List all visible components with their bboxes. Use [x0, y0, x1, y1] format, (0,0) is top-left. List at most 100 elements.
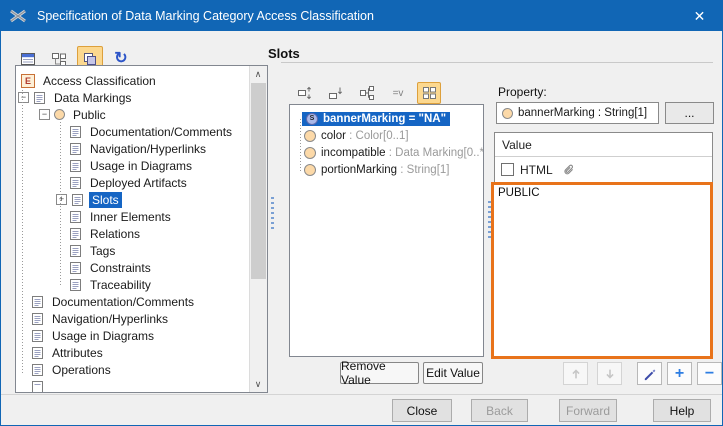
paperclip-icon[interactable] — [561, 162, 577, 178]
tree-item-label: Data Markings — [51, 90, 134, 106]
document-icon — [69, 159, 82, 173]
window-title: Specification of Data Marking Category A… — [37, 9, 374, 23]
property-value: bannerMarking : String[1] — [518, 107, 647, 119]
tree-item[interactable]: − Public — [16, 106, 250, 123]
slot-row-color[interactable]: color : Color[0..1] — [290, 127, 483, 144]
scroll-up-icon[interactable]: ∧ — [250, 66, 266, 82]
slot-row-incompatible[interactable]: incompatible : Data Marking[0..*] — [290, 144, 483, 161]
tree-item[interactable]: Constraints — [16, 259, 250, 276]
tree-item-label: Documentation/Comments — [49, 294, 197, 310]
move-up-button[interactable] — [563, 362, 588, 385]
tree-item[interactable]: Relations — [16, 225, 250, 242]
show-hierarchy-icon[interactable] — [355, 82, 379, 104]
edit-value-button[interactable]: Edit Value — [423, 362, 483, 384]
browse-button[interactable]: ... — [665, 102, 714, 124]
tree-item-label: Usage in Diagrams — [87, 158, 195, 174]
value-editor[interactable]: PUBLIC — [491, 182, 713, 359]
tree-item[interactable]: Attributes — [16, 344, 250, 361]
tree-item-slots[interactable]: + Slots — [16, 191, 250, 208]
tree-item[interactable]: Usage in Diagrams — [16, 327, 250, 344]
property-label: Property: — [498, 85, 547, 99]
tree-item[interactable]: E Access Classification — [16, 72, 250, 89]
scrollbar-thumb[interactable] — [251, 83, 266, 279]
edit-button[interactable] — [637, 362, 662, 385]
tree-item[interactable]: Inner Elements — [16, 208, 250, 225]
remove-value-icon-button[interactable]: − — [697, 362, 722, 385]
add-value-button[interactable]: + — [667, 362, 692, 385]
document-icon — [69, 125, 82, 139]
slot-row-bannermarking[interactable]: S bannerMarking = "NA" — [290, 110, 483, 127]
html-checkbox[interactable] — [501, 163, 514, 176]
collapse-expander-icon[interactable]: − — [39, 109, 50, 120]
tree-item-label: Inner Elements — [87, 209, 174, 225]
tree-item-label: Constraints — [87, 260, 154, 276]
expand-expander-icon[interactable]: + — [56, 194, 67, 205]
list-guide-line — [300, 119, 301, 171]
tree-item-label: Navigation/Hyperlinks — [49, 311, 171, 327]
tree-item[interactable]: Documentation/Comments — [16, 293, 250, 310]
slots-toolbar: =v — [293, 83, 448, 103]
help-button[interactable]: Help — [653, 399, 711, 422]
collapse-all-icon[interactable] — [324, 82, 348, 104]
document-icon — [69, 210, 82, 224]
collapse-expander-icon[interactable]: − — [18, 92, 29, 103]
header-separator — [281, 62, 713, 63]
minus-icon: − — [705, 366, 714, 382]
slot-type: : String[1] — [397, 164, 449, 176]
slot-name: incompatible — [321, 147, 386, 159]
document-icon — [69, 244, 82, 258]
tree-item[interactable]: Operations — [16, 361, 250, 378]
document-icon — [31, 329, 44, 343]
slots-panel-title: Slots — [268, 46, 300, 61]
property-selector[interactable]: bannerMarking : String[1] — [496, 102, 659, 124]
tree-item[interactable]: − Data Markings — [16, 89, 250, 106]
document-icon — [31, 295, 44, 309]
tree-item[interactable]: Documentation/Comments — [16, 123, 250, 140]
remove-value-button[interactable]: Remove Value — [340, 362, 419, 384]
document-icon — [69, 227, 82, 241]
close-icon[interactable]: ✕ — [677, 1, 722, 31]
tree-item[interactable]: Navigation/Hyperlinks — [16, 310, 250, 327]
document-icon — [69, 278, 82, 292]
close-button[interactable]: Close — [392, 399, 452, 422]
tree-item-label: Navigation/Hyperlinks — [87, 141, 209, 157]
titlebar[interactable]: Specification of Data Marking Category A… — [1, 1, 722, 31]
html-checkbox-label: HTML — [520, 163, 553, 177]
up-arrow-icon — [569, 367, 583, 381]
slot-type: : Data Marking[0..*] — [386, 147, 484, 159]
slot-name: bannerMarking = "NA" — [323, 113, 446, 125]
tree-item[interactable]: Navigation/Hyperlinks — [16, 140, 250, 157]
pencil-icon — [642, 366, 657, 381]
document-icon — [31, 346, 44, 360]
tree-item[interactable]: Deployed Artifacts — [16, 174, 250, 191]
slot-row-portionmarking[interactable]: portionMarking : String[1] — [290, 161, 483, 178]
tree-item[interactable]: Tags — [16, 242, 250, 259]
document-icon — [33, 91, 46, 105]
move-down-button[interactable] — [597, 362, 622, 385]
magicdraw-logo-icon — [10, 8, 26, 24]
tree-item-label: Traceability — [87, 277, 154, 293]
tree-item-label: Relations — [87, 226, 143, 242]
tree-item-label: Documentation/Comments — [87, 124, 235, 140]
document-icon — [69, 261, 82, 275]
property-icon — [304, 164, 316, 176]
tree-item[interactable]: Traceability — [16, 276, 250, 293]
expand-all-icon[interactable] — [293, 82, 317, 104]
tree-guide-line — [22, 90, 23, 374]
show-default-values-icon[interactable]: =v — [386, 82, 410, 104]
panel-splitter-handle[interactable] — [271, 197, 274, 231]
grid-view-icon[interactable] — [417, 82, 441, 104]
slot-name: color — [321, 130, 346, 142]
tree-item-label: Slots — [89, 192, 122, 208]
scroll-down-icon[interactable]: ∨ — [250, 376, 266, 392]
tree-item[interactable]: Usage in Diagrams — [16, 157, 250, 174]
property-icon — [304, 147, 316, 159]
forward-button[interactable]: Forward — [559, 399, 617, 422]
tree-scrollbar[interactable]: ∧ ∨ — [249, 66, 267, 392]
value-column-header: Value — [495, 133, 712, 157]
tree-item-partial[interactable] — [16, 378, 250, 392]
tree-item-label: Operations — [49, 362, 114, 378]
tree-guide-line — [60, 122, 61, 287]
back-button[interactable]: Back — [471, 399, 528, 422]
slot-list: S bannerMarking = "NA" color : Color[0..… — [289, 104, 484, 357]
